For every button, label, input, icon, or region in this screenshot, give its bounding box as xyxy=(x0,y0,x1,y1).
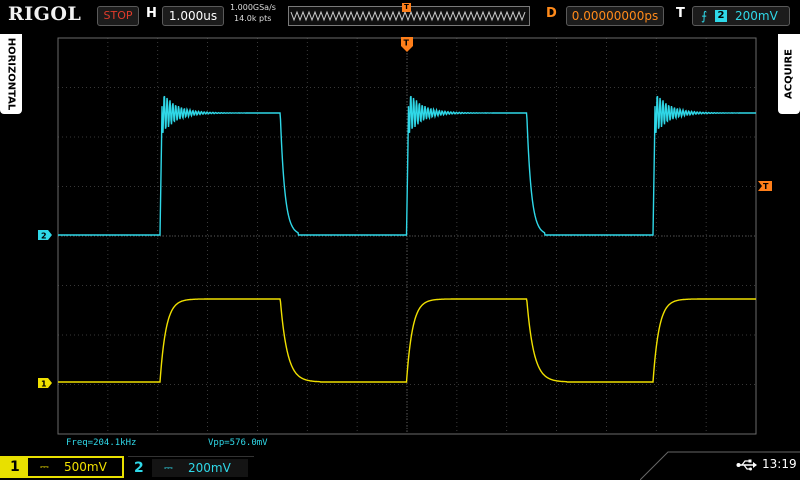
ch2-marker-label: 2 xyxy=(41,232,47,241)
ch1-scale-box: ⎓ 500mV xyxy=(28,458,122,476)
dc-coupling-icon: ⎓ xyxy=(40,460,49,473)
frequency-measurement: Freq=204.1kHz xyxy=(66,438,137,448)
ch2-waveform xyxy=(58,95,756,236)
ch2-settings[interactable]: 2 ⎓ 200mV xyxy=(128,456,254,479)
ch2-scale-value: 200mV xyxy=(188,461,231,475)
ch2-number: 2 xyxy=(134,460,144,476)
ch1-marker-label: 1 xyxy=(41,380,47,389)
trigger-level-marker[interactable]: T xyxy=(758,181,772,191)
dc-coupling-icon: ⎓ xyxy=(164,461,173,474)
usb-icon xyxy=(736,459,757,471)
ch2-scale-box: ⎓ 200mV xyxy=(152,459,248,477)
trigger-position-arrow[interactable]: T xyxy=(401,37,413,52)
ch1-scale-value: 500mV xyxy=(64,460,107,474)
trigger-position-arrow-label: T xyxy=(404,39,410,48)
trigger-level-marker-label: T xyxy=(763,182,769,191)
clock: 13:19 xyxy=(762,457,797,471)
waveform-display[interactable]: 2 1 T T xyxy=(0,0,800,450)
ch1-offset-marker[interactable]: 1 xyxy=(38,378,52,389)
ch2-offset-marker[interactable]: 2 xyxy=(38,230,52,241)
vpp-measurement: Vpp=576.0mV xyxy=(208,438,268,448)
ch1-number: 1 xyxy=(10,459,20,475)
ch1-settings[interactable]: 1 ⎓ 500mV xyxy=(0,456,124,478)
